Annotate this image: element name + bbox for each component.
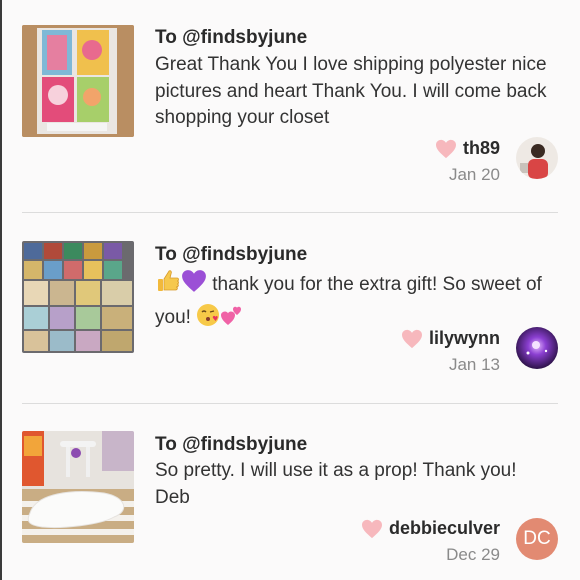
thumbs-up-emoji bbox=[155, 268, 181, 303]
kissing-face-emoji bbox=[196, 303, 220, 336]
listing-thumbnail[interactable] bbox=[22, 25, 134, 137]
reviewer-meta: th89 Jan 20 bbox=[435, 138, 500, 185]
purple-heart-emoji bbox=[181, 268, 207, 303]
reviewer-meta: debbieculver Dec 29 bbox=[361, 518, 500, 565]
reviewer-avatar[interactable]: DC bbox=[516, 518, 558, 560]
review-divider bbox=[22, 403, 558, 404]
reviewer-meta: lilywynn Jan 13 bbox=[401, 328, 500, 375]
review-date: Jan 13 bbox=[448, 355, 500, 374]
reviewer-username[interactable]: debbieculver bbox=[389, 518, 500, 539]
listing-thumbnail[interactable] bbox=[22, 431, 134, 543]
heart-icon bbox=[361, 519, 382, 538]
left-edge-rule bbox=[0, 0, 2, 580]
recipient-handle[interactable]: To @findsbyjune bbox=[155, 244, 307, 266]
review-message: So pretty. I will use it as a prop! Than… bbox=[155, 460, 517, 508]
reviewer-avatar[interactable] bbox=[516, 327, 558, 369]
reviewer-username[interactable]: lilywynn bbox=[429, 328, 500, 349]
recipient-handle[interactable]: To @findsbyjune bbox=[155, 27, 307, 49]
reviewer-username[interactable]: th89 bbox=[463, 138, 500, 159]
two-hearts-emoji bbox=[220, 303, 244, 336]
listing-thumbnail[interactable] bbox=[22, 241, 134, 353]
review-message: thank you for the extra gift! So sweet o… bbox=[155, 268, 555, 335]
review-message: Great Thank You I love shipping polyeste… bbox=[155, 54, 547, 128]
review-divider bbox=[22, 212, 558, 213]
recipient-handle[interactable]: To @findsbyjune bbox=[155, 434, 307, 456]
heart-icon bbox=[401, 329, 422, 348]
heart-icon bbox=[435, 139, 456, 158]
avatar-initials: DC bbox=[523, 528, 551, 549]
review-date: Dec 29 bbox=[446, 545, 500, 564]
reviewer-avatar[interactable] bbox=[516, 137, 558, 179]
review-date: Jan 20 bbox=[448, 165, 500, 184]
